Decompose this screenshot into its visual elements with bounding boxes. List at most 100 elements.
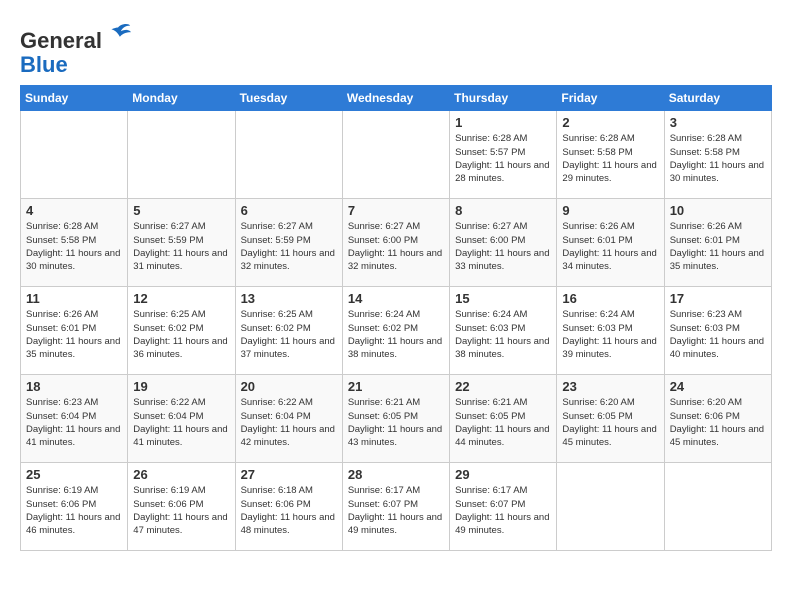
day-info: Sunrise: 6:19 AMSunset: 6:06 PMDaylight:… [26, 484, 122, 537]
week-row-3: 11 Sunrise: 6:26 AMSunset: 6:01 PMDayligh… [21, 287, 772, 375]
day-cell [557, 463, 664, 551]
day-number: 27 [241, 467, 337, 482]
day-info: Sunrise: 6:28 AMSunset: 5:57 PMDaylight:… [455, 132, 551, 185]
col-header-wednesday: Wednesday [342, 86, 449, 111]
day-number: 15 [455, 291, 551, 306]
day-info: Sunrise: 6:22 AMSunset: 6:04 PMDaylight:… [241, 396, 337, 449]
logo-blue-text: Blue [20, 52, 68, 77]
calendar-header-row: SundayMondayTuesdayWednesdayThursdayFrid… [21, 86, 772, 111]
day-number: 14 [348, 291, 444, 306]
day-info: Sunrise: 6:24 AMSunset: 6:02 PMDaylight:… [348, 308, 444, 361]
day-cell: 17 Sunrise: 6:23 AMSunset: 6:03 PMDayligh… [664, 287, 771, 375]
day-info: Sunrise: 6:27 AMSunset: 5:59 PMDaylight:… [133, 220, 229, 273]
day-cell: 15 Sunrise: 6:24 AMSunset: 6:03 PMDayligh… [450, 287, 557, 375]
day-cell: 8Sunrise: 6:27 AMSunset: 6:00 PMDaylight… [450, 199, 557, 287]
day-number: 26 [133, 467, 229, 482]
day-number: 13 [241, 291, 337, 306]
day-cell: 27 Sunrise: 6:18 AMSunset: 6:06 PMDayligh… [235, 463, 342, 551]
day-info: Sunrise: 6:28 AMSunset: 5:58 PMDaylight:… [562, 132, 658, 185]
day-info: Sunrise: 6:18 AMSunset: 6:06 PMDaylight:… [241, 484, 337, 537]
day-number: 9 [562, 203, 658, 218]
day-cell: 9 Sunrise: 6:26 AMSunset: 6:01 PMDaylight… [557, 199, 664, 287]
day-info: Sunrise: 6:20 AMSunset: 6:06 PMDaylight:… [670, 396, 766, 449]
day-cell: 22Sunrise: 6:21 AMSunset: 6:05 PMDayligh… [450, 375, 557, 463]
day-number: 23 [562, 379, 658, 394]
day-number: 18 [26, 379, 122, 394]
col-header-thursday: Thursday [450, 86, 557, 111]
day-info: Sunrise: 6:25 AMSunset: 6:02 PMDaylight:… [241, 308, 337, 361]
logo-bird-icon [104, 20, 132, 48]
day-number: 17 [670, 291, 766, 306]
week-row-5: 25 Sunrise: 6:19 AMSunset: 6:06 PMDayligh… [21, 463, 772, 551]
day-cell: 18 Sunrise: 6:23 AMSunset: 6:04 PMDayligh… [21, 375, 128, 463]
col-header-friday: Friday [557, 86, 664, 111]
day-info: Sunrise: 6:24 AMSunset: 6:03 PMDaylight:… [455, 308, 551, 361]
day-number: 10 [670, 203, 766, 218]
logo: General Blue [20, 20, 132, 77]
day-info: Sunrise: 6:23 AMSunset: 6:04 PMDaylight:… [26, 396, 122, 449]
day-cell [128, 111, 235, 199]
day-cell: 26 Sunrise: 6:19 AMSunset: 6:06 PMDayligh… [128, 463, 235, 551]
day-cell: 13 Sunrise: 6:25 AMSunset: 6:02 PMDayligh… [235, 287, 342, 375]
day-cell: 11 Sunrise: 6:26 AMSunset: 6:01 PMDayligh… [21, 287, 128, 375]
day-cell: 19Sunrise: 6:22 AMSunset: 6:04 PMDayligh… [128, 375, 235, 463]
day-info: Sunrise: 6:23 AMSunset: 6:03 PMDaylight:… [670, 308, 766, 361]
day-info: Sunrise: 6:28 AMSunset: 5:58 PMDaylight:… [670, 132, 766, 185]
day-number: 3 [670, 115, 766, 130]
day-info: Sunrise: 6:20 AMSunset: 6:05 PMDaylight:… [562, 396, 658, 449]
day-info: Sunrise: 6:17 AMSunset: 6:07 PMDaylight:… [348, 484, 444, 537]
day-number: 20 [241, 379, 337, 394]
day-info: Sunrise: 6:21 AMSunset: 6:05 PMDaylight:… [348, 396, 444, 449]
day-number: 12 [133, 291, 229, 306]
calendar-table: SundayMondayTuesdayWednesdayThursdayFrid… [20, 85, 772, 551]
day-number: 25 [26, 467, 122, 482]
week-row-4: 18 Sunrise: 6:23 AMSunset: 6:04 PMDayligh… [21, 375, 772, 463]
day-cell: 14 Sunrise: 6:24 AMSunset: 6:02 PMDayligh… [342, 287, 449, 375]
day-info: Sunrise: 6:25 AMSunset: 6:02 PMDaylight:… [133, 308, 229, 361]
day-info: Sunrise: 6:26 AMSunset: 6:01 PMDaylight:… [562, 220, 658, 273]
day-cell: 1 Sunrise: 6:28 AMSunset: 5:57 PMDaylight… [450, 111, 557, 199]
day-cell [21, 111, 128, 199]
day-cell: 12 Sunrise: 6:25 AMSunset: 6:02 PMDayligh… [128, 287, 235, 375]
day-cell [235, 111, 342, 199]
day-info: Sunrise: 6:17 AMSunset: 6:07 PMDaylight:… [455, 484, 551, 537]
day-number: 19 [133, 379, 229, 394]
day-info: Sunrise: 6:21 AMSunset: 6:05 PMDaylight:… [455, 396, 551, 449]
day-cell [664, 463, 771, 551]
day-cell: 4Sunrise: 6:28 AMSunset: 5:58 PMDaylight… [21, 199, 128, 287]
day-info: Sunrise: 6:28 AMSunset: 5:58 PMDaylight:… [26, 220, 122, 273]
day-cell: 5 Sunrise: 6:27 AMSunset: 5:59 PMDaylight… [128, 199, 235, 287]
day-number: 24 [670, 379, 766, 394]
day-cell: 7 Sunrise: 6:27 AMSunset: 6:00 PMDaylight… [342, 199, 449, 287]
day-number: 7 [348, 203, 444, 218]
day-number: 11 [26, 291, 122, 306]
day-cell: 24 Sunrise: 6:20 AMSunset: 6:06 PMDayligh… [664, 375, 771, 463]
day-cell: 28 Sunrise: 6:17 AMSunset: 6:07 PMDayligh… [342, 463, 449, 551]
day-cell: 2 Sunrise: 6:28 AMSunset: 5:58 PMDaylight… [557, 111, 664, 199]
day-info: Sunrise: 6:26 AMSunset: 6:01 PMDaylight:… [26, 308, 122, 361]
day-number: 2 [562, 115, 658, 130]
day-cell: 23 Sunrise: 6:20 AMSunset: 6:05 PMDayligh… [557, 375, 664, 463]
day-number: 8 [455, 203, 551, 218]
day-cell: 16Sunrise: 6:24 AMSunset: 6:03 PMDayligh… [557, 287, 664, 375]
day-info: Sunrise: 6:27 AMSunset: 6:00 PMDaylight:… [348, 220, 444, 273]
col-header-sunday: Sunday [21, 86, 128, 111]
page-header: General Blue [20, 16, 772, 77]
day-number: 28 [348, 467, 444, 482]
col-header-tuesday: Tuesday [235, 86, 342, 111]
day-info: Sunrise: 6:26 AMSunset: 6:01 PMDaylight:… [670, 220, 766, 273]
day-cell [342, 111, 449, 199]
week-row-2: 4Sunrise: 6:28 AMSunset: 5:58 PMDaylight… [21, 199, 772, 287]
day-info: Sunrise: 6:27 AMSunset: 5:59 PMDaylight:… [241, 220, 337, 273]
day-cell: 3 Sunrise: 6:28 AMSunset: 5:58 PMDaylight… [664, 111, 771, 199]
day-number: 1 [455, 115, 551, 130]
day-info: Sunrise: 6:19 AMSunset: 6:06 PMDaylight:… [133, 484, 229, 537]
col-header-monday: Monday [128, 86, 235, 111]
col-header-saturday: Saturday [664, 86, 771, 111]
day-number: 5 [133, 203, 229, 218]
day-cell: 21Sunrise: 6:21 AMSunset: 6:05 PMDayligh… [342, 375, 449, 463]
day-cell: 25 Sunrise: 6:19 AMSunset: 6:06 PMDayligh… [21, 463, 128, 551]
day-cell: 6Sunrise: 6:27 AMSunset: 5:59 PMDaylight… [235, 199, 342, 287]
day-cell: 10 Sunrise: 6:26 AMSunset: 6:01 PMDayligh… [664, 199, 771, 287]
day-number: 16 [562, 291, 658, 306]
